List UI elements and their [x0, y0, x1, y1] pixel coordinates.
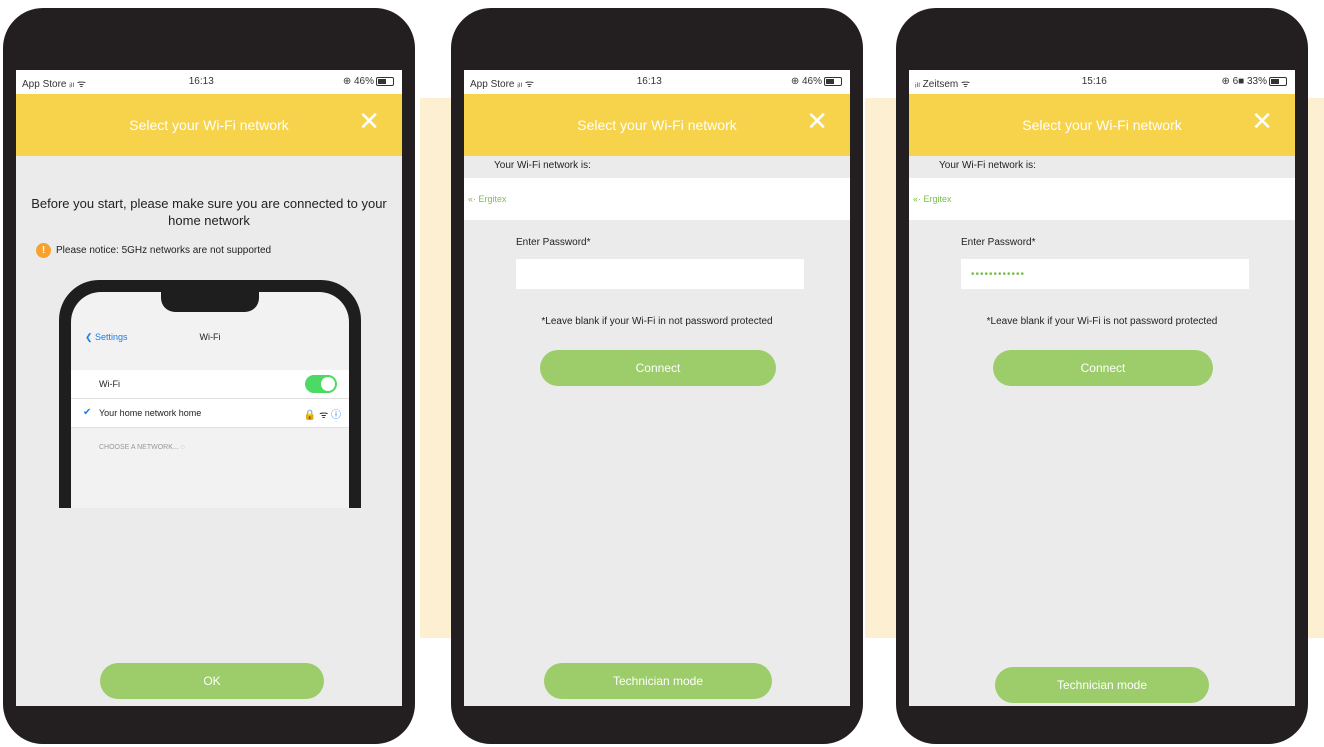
screen-1: App Store ᵢₗₗ ᯤ 16:13 ⊕ 46% Select your …: [16, 70, 402, 706]
illustration-nav: ❮ Settings Wi-Fi: [71, 328, 349, 348]
phone-frame-1: App Store ᵢₗₗ ᯤ 16:13 ⊕ 46% Select your …: [3, 8, 415, 744]
close-icon[interactable]: ✕: [1251, 108, 1273, 134]
wifi-label: Wi-Fi: [99, 379, 120, 389]
phone-notch: [161, 292, 259, 312]
screen-3: ᵢₗₗ Zeitsem ᯤ 15:16 ⊕ 6■ 33% Select your…: [909, 70, 1295, 706]
screen-2: App Store ᵢₗₗ ᯤ 16:13 ⊕ 46% Select your …: [464, 70, 850, 706]
settings-illustration: ❮ Settings Wi-Fi Wi-Fi ✔ Your home netwo…: [59, 280, 365, 508]
password-input[interactable]: [516, 259, 804, 289]
connect-button[interactable]: Connect: [993, 350, 1213, 386]
status-carrier: App Store ᵢₗₗ ᯤ: [22, 79, 87, 90]
illustration-screen: ❮ Settings Wi-Fi Wi-Fi ✔ Your home netwo…: [71, 292, 349, 508]
status-carrier: ᵢₗₗ Zeitsem ᯤ: [915, 79, 971, 90]
status-bar: App Store ᵢₗₗ ᯤ 16:13 ⊕ 46%: [16, 70, 402, 94]
password-input[interactable]: [961, 259, 1249, 289]
password-hint: *Leave blank if your Wi-Fi in not passwo…: [541, 316, 773, 327]
network-label: Your Wi-Fi network is:: [494, 160, 591, 171]
password-label: Enter Password*: [961, 237, 1036, 248]
home-network-row: ✔ Your home network home 🔒 ᯤ ⓘ: [71, 399, 349, 428]
password-hint: *Leave blank if your Wi-Fi is not passwo…: [986, 316, 1218, 327]
ok-button[interactable]: OK: [100, 663, 324, 699]
warning-text: Please notice: 5GHz networks are not sup…: [56, 245, 272, 257]
wifi-toggle: [305, 375, 337, 393]
status-carrier: App Store ᵢₗₗ ᯤ: [470, 79, 535, 90]
battery-icon: [824, 76, 842, 86]
connect-button[interactable]: Connect: [540, 350, 776, 386]
network-label: Your Wi-Fi network is:: [939, 160, 1036, 171]
network-name: «· Ergitex: [468, 194, 507, 204]
choose-network-section: CHOOSE A NETWORK... ◌: [99, 444, 185, 451]
status-bar: App Store ᵢₗₗ ᯤ 16:13 ⊕ 46%: [464, 70, 850, 94]
status-bar: ᵢₗₗ Zeitsem ᯤ 15:16 ⊕ 6■ 33%: [909, 70, 1295, 94]
status-time: 16:13: [188, 76, 214, 87]
app-header: Select your Wi-Fi network ✕: [16, 94, 402, 156]
warning-notice: ! Please notice: 5GHz networks are not su…: [36, 243, 271, 258]
phone-frame-2: App Store ᵢₗₗ ᯤ 16:13 ⊕ 46% Select your …: [451, 8, 863, 744]
password-label: Enter Password*: [516, 237, 591, 248]
info-icon: !: [36, 243, 51, 258]
close-icon[interactable]: ✕: [806, 108, 828, 134]
status-battery: ⊕ 6■ 33%: [1221, 76, 1287, 87]
network-name: «· Ergitex: [913, 194, 952, 204]
status-time: 16:13: [636, 76, 662, 87]
wifi-toggle-row: Wi-Fi: [71, 370, 349, 399]
close-icon[interactable]: ✕: [358, 108, 380, 134]
toggle-knob: [321, 377, 335, 391]
network-row-icons: 🔒 ᯤ ⓘ: [304, 406, 341, 421]
phone-frame-3: ᵢₗₗ Zeitsem ᯤ 15:16 ⊕ 6■ 33% Select your…: [896, 8, 1308, 744]
notice-heading: Before you start, please make sure you a…: [31, 196, 387, 228]
home-network-name: Your home network home: [99, 408, 202, 418]
network-row: «· Ergitex: [909, 178, 1295, 220]
status-time: 15:16: [1081, 76, 1107, 87]
technician-mode-button[interactable]: Technician mode: [995, 667, 1209, 703]
lock-wifi-icons: 🔒 ᯤ: [303, 410, 329, 421]
battery-icon: [1269, 76, 1287, 86]
header-title: Select your Wi-Fi network: [129, 117, 289, 133]
header-title: Select your Wi-Fi network: [577, 117, 737, 133]
technician-mode-button[interactable]: Technician mode: [544, 663, 772, 699]
illustration-title: Wi-Fi: [199, 332, 221, 342]
status-battery: ⊕ 46%: [791, 76, 842, 87]
network-row: «· Ergitex: [464, 178, 850, 220]
app-header: Select your Wi-Fi network ✕: [464, 94, 850, 156]
status-battery: ⊕ 46%: [343, 76, 394, 87]
battery-icon: [376, 76, 394, 86]
checkmark-icon: ✔: [83, 407, 92, 418]
illustration-phone: ❮ Settings Wi-Fi Wi-Fi ✔ Your home netwo…: [59, 280, 361, 508]
header-title: Select your Wi-Fi network: [1022, 117, 1182, 133]
info-circle-icon: ⓘ: [331, 410, 341, 421]
app-header: Select your Wi-Fi network ✕: [909, 94, 1295, 156]
